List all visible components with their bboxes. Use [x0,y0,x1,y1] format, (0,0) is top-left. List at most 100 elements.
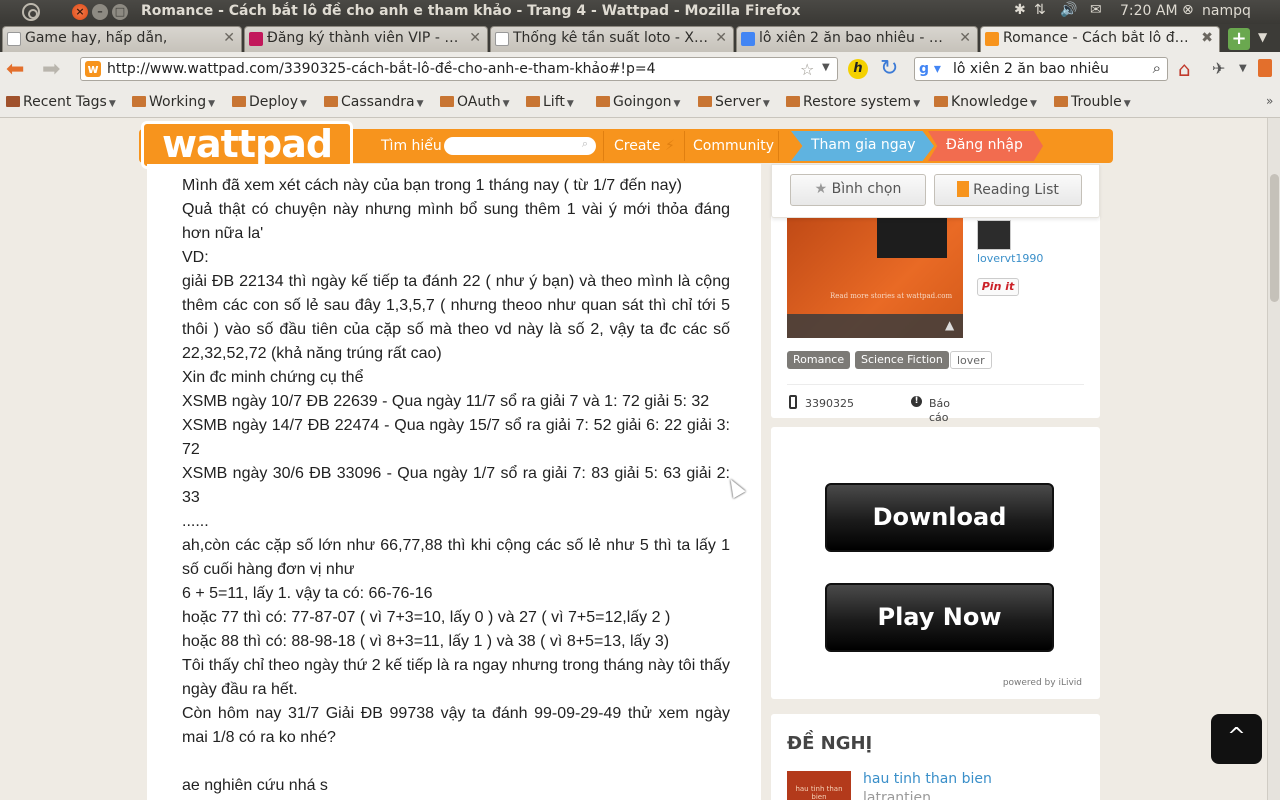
bookmark-folder[interactable]: Goingon ▼ [596,94,680,110]
download-button[interactable]: Download [825,483,1054,552]
story-paragraph [182,750,730,774]
ad-panel: Download Play Now powered by iLivid [771,427,1100,699]
tag-science-fiction[interactable]: Science Fiction [855,351,949,369]
history-dropdown-icon[interactable]: ▼ [822,62,830,73]
search-icon[interactable]: ⌕ [582,137,588,151]
close-icon[interactable]: ✕ [469,30,481,46]
play-now-button[interactable]: Play Now [825,583,1054,652]
ad-credit[interactable]: powered by iLivid [1003,678,1082,688]
bookmark-star-icon[interactable]: ☆ [800,60,814,79]
window-minimize-button[interactable]: – [92,4,108,20]
vertical-scrollbar[interactable] [1267,118,1280,800]
extension-h-icon[interactable]: h [848,59,868,79]
ubuntu-logo-icon[interactable] [22,3,40,21]
browser-tab-active[interactable]: Romance - Cách bắt lô đề c... ✖ [980,26,1220,52]
site-icon [249,32,263,46]
close-icon[interactable]: ✕ [959,30,971,46]
tab-label: lô xiên 2 ăn bao nhiêu - Goo... [759,30,953,46]
close-icon[interactable]: ✕ [223,30,235,46]
wattpad-logo[interactable]: wattpad [141,121,353,169]
window-maximize-button[interactable]: □ [112,4,128,20]
network-icon[interactable]: ⇅ [1034,2,1046,18]
user-icon[interactable]: ⊗ [1182,2,1194,18]
new-tab-button[interactable]: + [1228,28,1250,50]
firefox-menu-icon[interactable] [1258,59,1272,77]
cover-toggle-bar[interactable]: ▲ [787,314,963,338]
bookmark-folder[interactable]: Knowledge ▼ [934,94,1037,110]
addon-dropdown-icon[interactable]: ▼ [1239,63,1247,74]
reading-list-button[interactable]: Reading List [934,174,1082,206]
browser-tab[interactable]: Thống kê tần suất loto - Xổ... ✕ [490,26,734,52]
folder-icon [934,96,948,107]
pinterest-button[interactable]: Pin it [977,278,1019,296]
tag-romance[interactable]: Romance [787,351,851,369]
browser-tab[interactable]: Game hay, hấp dẫn, ✕ [2,26,242,52]
chevron-down-icon: ▼ [208,99,216,109]
avatar[interactable] [977,220,1011,250]
bookmark-folder[interactable]: Cassandra ▼ [324,94,424,110]
mail-icon[interactable]: ✉ [1090,2,1102,18]
home-button[interactable]: ⌂ [1178,57,1191,81]
reload-button[interactable]: ↻ [880,56,898,81]
site-search-input[interactable]: ⌕ [444,137,596,155]
story-paragraph: Quả thật có chuyện này nhưng mình bổ sun… [182,201,730,242]
user-name[interactable]: nampq [1202,3,1251,19]
tab-list-dropdown-icon[interactable]: ▼ [1258,30,1267,44]
bookmark-folder[interactable]: Deploy ▼ [232,94,307,110]
forward-button[interactable]: ➡ [42,57,60,82]
bookmark-folder[interactable]: Trouble ▼ [1054,94,1131,110]
bookmark-folder[interactable]: Working ▼ [132,94,215,110]
nav-community[interactable]: Community [693,138,774,154]
login-button[interactable]: Đăng nhập [928,131,1043,161]
bookmark-folder[interactable]: Lift ▼ [526,94,574,110]
volume-icon[interactable]: 🔊 [1060,2,1077,18]
reading-list-label: Reading List [973,182,1059,198]
tag-lover[interactable]: lover [950,351,992,369]
tab-label: Romance - Cách bắt lô đề c... [1003,30,1195,46]
folder-icon [526,96,540,107]
bookmark-recent-tags[interactable]: Recent Tags ▼ [6,94,116,110]
nav-create[interactable]: Create ⚡ [614,138,675,154]
browser-tab[interactable]: Đăng ký thành viên VIP - ke... ✕ [244,26,488,52]
window-close-button[interactable]: × [72,4,88,20]
clock[interactable]: 7:20 AM [1120,3,1178,19]
join-button[interactable]: Tham gia ngay [791,131,934,161]
scrollbar-thumb[interactable] [1270,174,1279,302]
back-button[interactable]: ⬅ [6,57,24,82]
bookmark-label: Server [715,94,761,110]
folder-icon [1054,96,1068,107]
page-icon [7,32,21,46]
divider [778,131,779,161]
report-link[interactable]: Báo cáo [929,397,959,425]
pencil-icon: ⚡ [664,138,675,154]
chevron-down-icon: ▼ [1029,99,1037,109]
chevron-right-icon[interactable]: » [1266,94,1273,108]
browser-tab[interactable]: lô xiên 2 ăn bao nhiêu - Goo... ✕ [736,26,978,52]
bookmark-label: Recent Tags [23,94,107,110]
bookmark-folder[interactable]: Restore system ▼ [786,94,920,110]
reco-author-link[interactable]: latrantien [863,790,931,800]
search-input[interactable]: g ▾ lô xiên 2 ăn bao nhiêu ⌕ [914,57,1168,81]
chevron-down-icon: ▼ [762,99,770,109]
addon-icon[interactable]: ✈ [1212,59,1225,78]
close-icon[interactable]: ✕ [715,30,727,46]
google-icon[interactable]: g ▾ [919,61,941,77]
reco-cover-image[interactable]: hau tinh than bien [787,771,851,800]
close-icon[interactable]: ✖ [1201,30,1213,46]
alert-icon[interactable]: ! [911,396,922,407]
bookmark-label: OAuth [457,94,501,110]
search-icon[interactable]: ⌕ [1153,59,1161,77]
bookmark-folder[interactable]: Server ▼ [698,94,770,110]
tab-label: Game hay, hấp dẫn, [25,30,168,46]
bookmark-label: Lift [543,94,565,110]
vote-button[interactable]: ★ Bình chọn [790,174,926,206]
author-link[interactable]: lovervt1990 [977,252,1043,265]
back-to-top-button[interactable]: ^ [1211,714,1262,764]
story-id: 3390325 [805,397,854,410]
nav-explore[interactable]: Tìm hiểu [381,138,442,154]
chevron-up-icon[interactable]: ▲ [945,318,954,332]
url-bar[interactable]: w http://www.wattpad.com/3390325-cách-bắ… [80,57,838,81]
reco-story-link[interactable]: hau tinh than bien [863,771,992,787]
bookmark-folder[interactable]: OAuth ▼ [440,94,510,110]
bluetooth-icon[interactable]: ✱ [1014,2,1026,18]
